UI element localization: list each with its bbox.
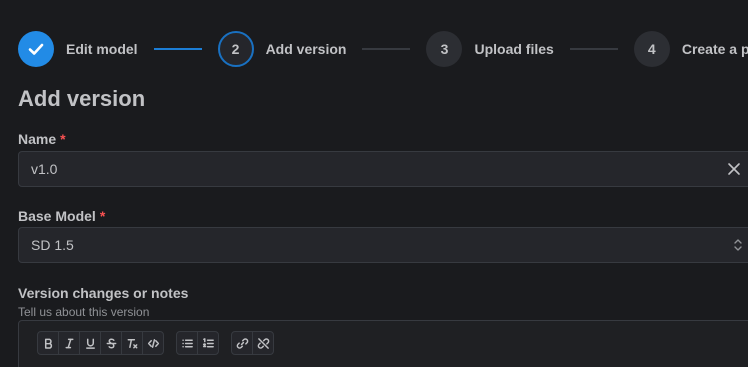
stepper: Edit model 2 Add version 3 Upload files … — [18, 31, 748, 67]
notes-label: Version changes or notes — [18, 285, 189, 301]
step-create-post[interactable]: 4 Create a post — [633, 31, 748, 67]
link-group — [231, 331, 274, 355]
required-mark: * — [99, 208, 106, 224]
add-version-page: Edit model 2 Add version 3 Upload files … — [0, 0, 748, 367]
list-group — [176, 331, 219, 355]
clear-formatting-icon[interactable] — [121, 331, 143, 355]
step-separator — [569, 48, 618, 50]
strikethrough-icon[interactable] — [100, 331, 122, 355]
bold-icon[interactable] — [37, 331, 59, 355]
required-mark: * — [60, 131, 66, 147]
step-separator — [153, 48, 202, 50]
step-label: Edit model — [66, 41, 138, 57]
name-input-value: v1.0 — [31, 161, 58, 177]
base-model-value: SD 1.5 — [31, 237, 74, 253]
step-upload-files[interactable]: 3 Upload files — [426, 31, 554, 67]
name-label-text: Name — [18, 131, 57, 147]
step-label: Add version — [265, 41, 347, 57]
base-model-label: Base Model * — [18, 208, 105, 224]
check-icon — [18, 31, 54, 67]
bullet-list-icon[interactable] — [176, 331, 198, 355]
format-group — [37, 331, 164, 355]
italic-icon[interactable] — [58, 331, 80, 355]
step-label: Upload files — [474, 41, 554, 57]
code-icon[interactable] — [142, 331, 164, 355]
notes-editor[interactable] — [18, 320, 748, 367]
step-add-version[interactable]: 2 Add version — [217, 31, 347, 67]
clear-icon[interactable] — [727, 162, 741, 176]
step-number: 2 — [217, 31, 254, 67]
step-separator — [362, 48, 411, 50]
step-edit-model[interactable]: Edit model — [18, 31, 138, 67]
step-number: 3 — [426, 31, 463, 67]
unlink-icon[interactable] — [252, 331, 274, 355]
editor-toolbar — [37, 331, 274, 355]
numbered-list-icon[interactable] — [197, 331, 219, 355]
name-input[interactable]: v1.0 — [18, 151, 748, 187]
step-label: Create a post — [681, 41, 748, 57]
link-icon[interactable] — [231, 331, 253, 355]
notes-description: Tell us about this version — [18, 305, 150, 319]
base-model-select[interactable]: SD 1.5 — [18, 227, 748, 263]
base-model-label-text: Base Model — [18, 208, 96, 224]
selector-icon — [733, 238, 743, 252]
underline-icon[interactable] — [79, 331, 101, 355]
page-title: Add version — [18, 86, 146, 111]
step-number: 4 — [633, 31, 670, 67]
name-label: Name * — [18, 131, 66, 147]
